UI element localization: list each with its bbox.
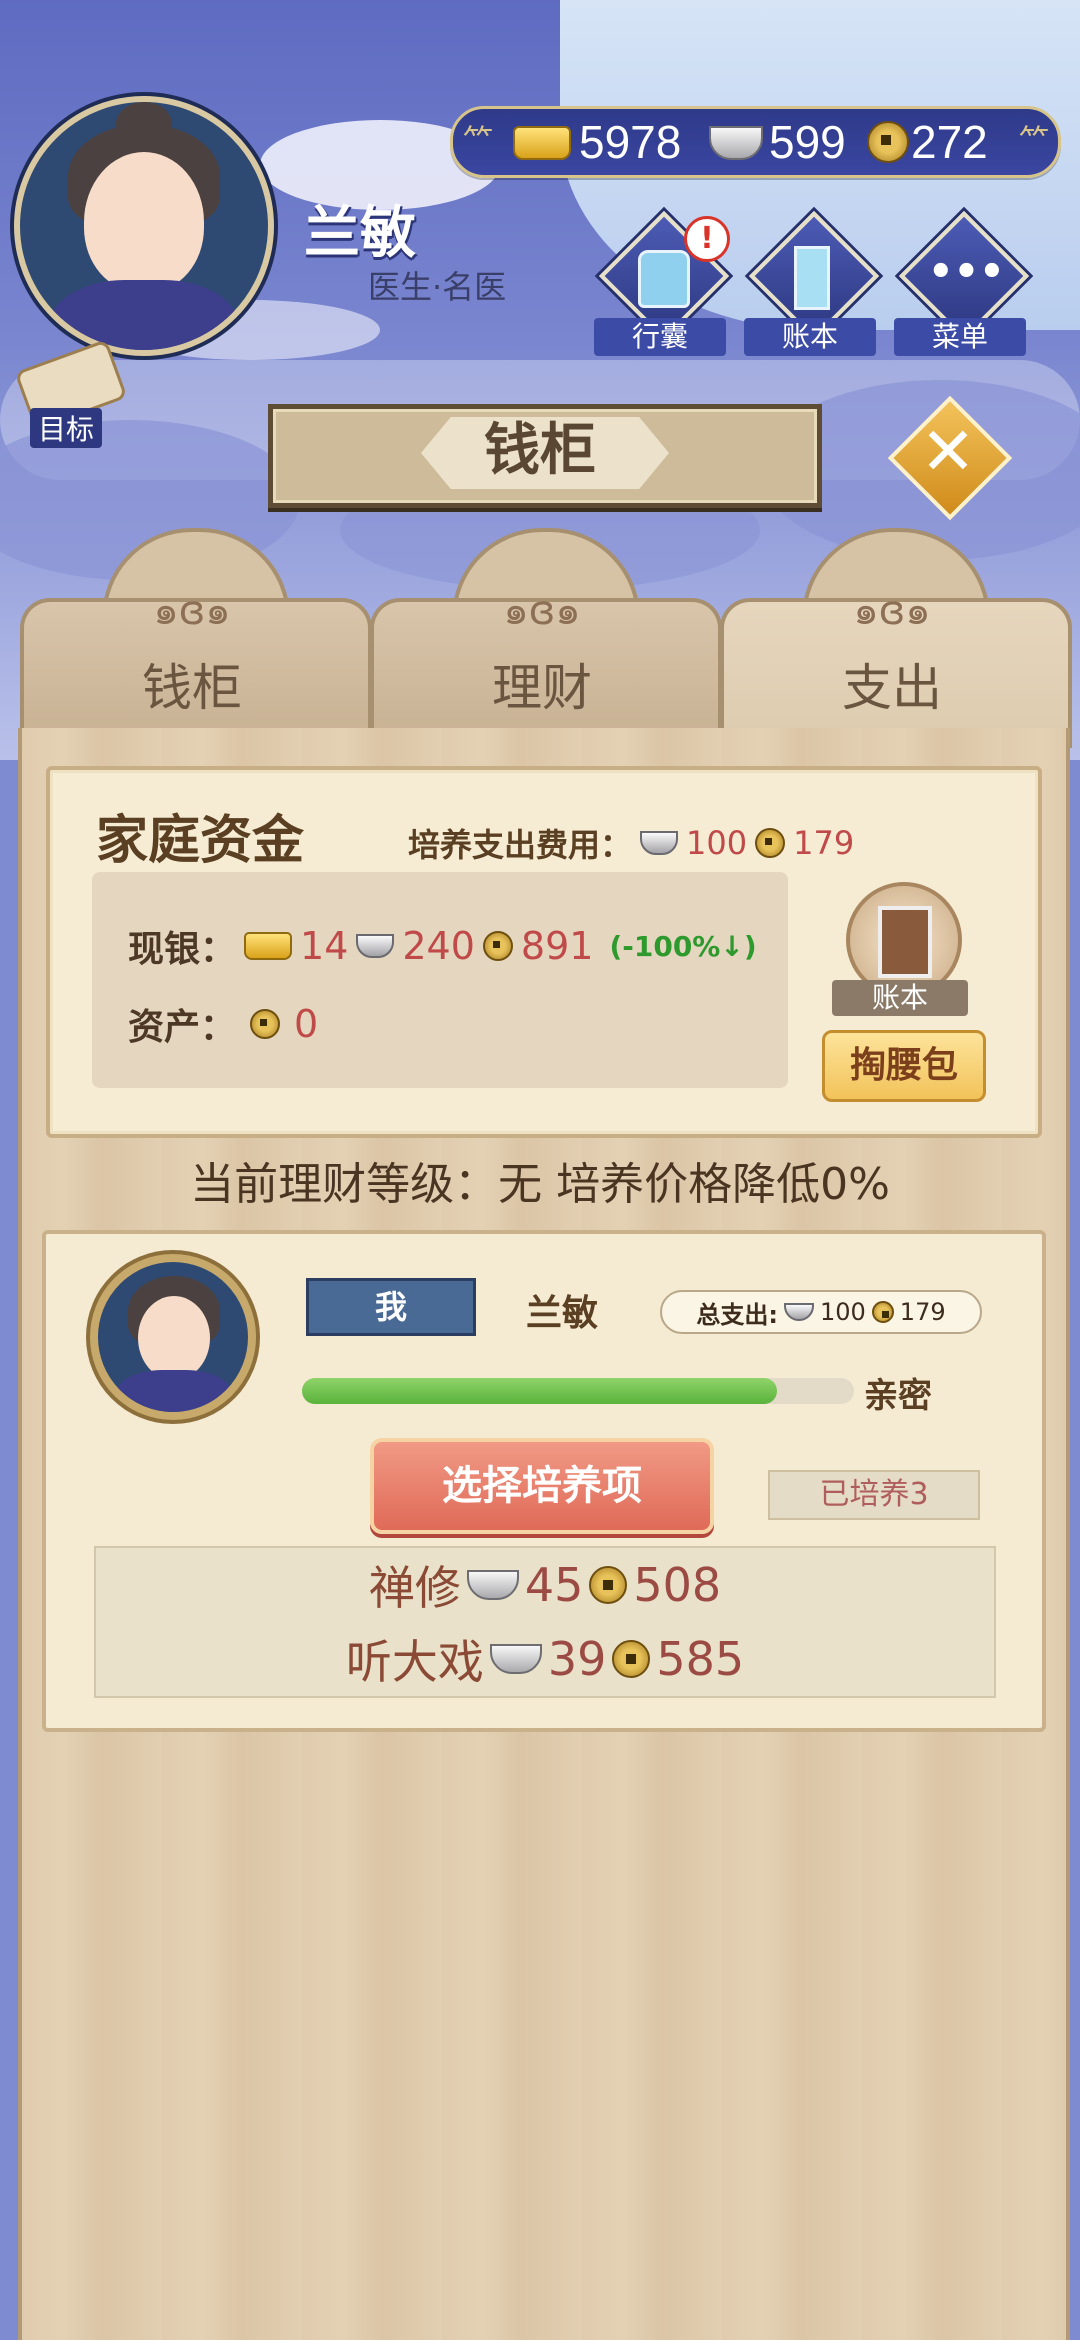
silver-amount: 599 xyxy=(769,116,846,168)
bag-icon xyxy=(638,250,690,308)
intimacy-bar xyxy=(302,1378,854,1404)
copper-coin-icon xyxy=(589,1566,628,1604)
tab-cabinet[interactable]: ๑ɞ๑ 钱柜 xyxy=(20,528,372,748)
cash-gold: 14 xyxy=(300,924,349,968)
intimacy-label: 亲密 xyxy=(864,1376,932,1416)
item-coin: 508 xyxy=(633,1558,722,1612)
training-items-list: 禅修 45 508 听大戏 39 585 xyxy=(94,1546,996,1698)
cash-change: (-100%↓) xyxy=(609,929,757,963)
cash-silver: 240 xyxy=(402,924,475,968)
member-avatar[interactable] xyxy=(90,1254,256,1420)
item-name: 听大戏 xyxy=(345,1635,484,1689)
copper-coin-icon xyxy=(612,1640,651,1678)
ledger-top-button[interactable]: 账本 xyxy=(744,210,880,356)
player-name: 兰敏 xyxy=(304,201,416,266)
silver-ingot-icon xyxy=(640,831,679,855)
silver-ingot-icon xyxy=(356,934,395,958)
goal-label[interactable]: 目标 xyxy=(30,408,103,448)
list-item[interactable]: 听大戏 39 585 xyxy=(96,1622,994,1696)
item-coin: 585 xyxy=(656,1632,745,1686)
cash-label: 现银： xyxy=(128,929,237,970)
page-title: 钱柜 xyxy=(484,418,596,483)
ledger-book-icon xyxy=(794,246,830,310)
total-expense-pill: 总支出: 100 179 xyxy=(660,1290,982,1334)
bag-label: 行囊 xyxy=(594,318,726,356)
title-plaque: 钱柜 xyxy=(268,404,822,508)
tab-expense[interactable]: ๑ɞ๑ 支出 xyxy=(720,528,1072,748)
list-item[interactable]: 禅修 45 508 xyxy=(96,1548,994,1622)
coin-amount: 272 xyxy=(911,116,988,168)
item-name: 禅修 xyxy=(368,1561,461,1615)
cost-coin: 179 xyxy=(793,824,855,862)
gold-amount: 5978 xyxy=(579,116,682,168)
total-silver: 100 xyxy=(819,1298,866,1326)
trained-count: 已培养3 xyxy=(768,1470,980,1520)
copper-coin-icon xyxy=(250,1009,281,1039)
select-training-button[interactable]: 选择培养项 xyxy=(370,1438,714,1534)
purse-button[interactable]: 掏腰包 xyxy=(822,1030,986,1102)
total-label: 总支出: xyxy=(696,1300,778,1329)
training-cost: 培养支出费用： 100 179 xyxy=(408,820,854,866)
assets-coin: 0 xyxy=(294,1002,319,1046)
bamboo-icon: ⺮ xyxy=(1019,124,1049,159)
me-badge: 我 xyxy=(306,1278,476,1336)
player-avatar[interactable] xyxy=(14,96,274,356)
cash-row: 现银： 14 240 891 (-100%↓) xyxy=(128,920,757,972)
silver-ingot-icon xyxy=(466,1570,519,1600)
item-silver: 45 xyxy=(524,1558,584,1612)
close-icon[interactable]: ✕ xyxy=(912,404,984,500)
avatar-bun xyxy=(116,102,172,146)
tab-finance[interactable]: ๑ɞ๑ 理财 xyxy=(370,528,722,748)
intimacy-bar-fill xyxy=(302,1378,777,1404)
member-card: 我 兰敏 总支出: 100 179 亲密 选择培养项 已培养3 禅修 45 50… xyxy=(42,1230,1046,1732)
silver-ingot-icon xyxy=(489,1644,542,1674)
avatar-robe xyxy=(48,280,240,350)
avatar-face xyxy=(138,1296,210,1380)
finance-level-text: 当前理财等级：无 培养价格降低0% xyxy=(190,1159,890,1210)
tab-label: 钱柜 xyxy=(142,659,242,717)
silver-ingot-icon xyxy=(709,126,763,160)
bag-button[interactable]: ! 行囊 xyxy=(594,210,730,356)
cloud-ornament-icon: ๑ɞ๑ xyxy=(853,588,931,634)
copper-coin-icon xyxy=(867,121,909,163)
avatar-face xyxy=(84,152,204,292)
bamboo-icon: ⺮ xyxy=(463,124,493,159)
gold-ingot-icon xyxy=(513,126,571,160)
silver-ingot-icon xyxy=(783,1303,814,1321)
cost-silver: 100 xyxy=(686,824,748,862)
cash-coin: 891 xyxy=(520,924,594,968)
menu-button[interactable]: ••• 菜单 xyxy=(894,210,1030,356)
currency-bar: ⺮ 5978 599 272 ⺮ xyxy=(450,106,1061,178)
gold-ingot-icon xyxy=(244,932,293,960)
assets-row: 资产： 0 xyxy=(128,998,318,1050)
tab-label: 理财 xyxy=(492,659,592,717)
family-funds-card: 家庭资金 培养支出费用： 100 179 现银： 14 240 891 (-10… xyxy=(46,766,1042,1138)
item-silver: 39 xyxy=(547,1632,607,1686)
cloud-ornament-icon: ๑ɞ๑ xyxy=(503,588,581,634)
cost-label: 培养支出费用： xyxy=(408,826,633,864)
copper-coin-icon xyxy=(482,931,513,961)
avatar-robe xyxy=(116,1370,232,1412)
copper-coin-icon xyxy=(755,828,786,858)
tab-label: 支出 xyxy=(842,659,942,717)
menu-label: 菜单 xyxy=(894,318,1026,356)
ledger-button-label[interactable]: 账本 xyxy=(832,980,968,1016)
member-name: 兰敏 xyxy=(526,1293,599,1334)
funds-title: 家庭资金 xyxy=(96,811,305,871)
ledger-label: 账本 xyxy=(744,318,876,356)
book-icon xyxy=(878,906,932,978)
player-title: 医生·名医 xyxy=(368,268,507,306)
funds-inner-box: 现银： 14 240 891 (-100%↓) 资产： 0 xyxy=(92,872,788,1088)
copper-coin-icon xyxy=(871,1301,894,1323)
alert-icon: ! xyxy=(684,216,730,262)
assets-label: 资产： xyxy=(128,1007,237,1048)
total-coin: 179 xyxy=(899,1298,946,1326)
cloud-ornament-icon: ๑ɞ๑ xyxy=(153,588,231,634)
more-dots-icon: ••• xyxy=(928,249,1005,295)
